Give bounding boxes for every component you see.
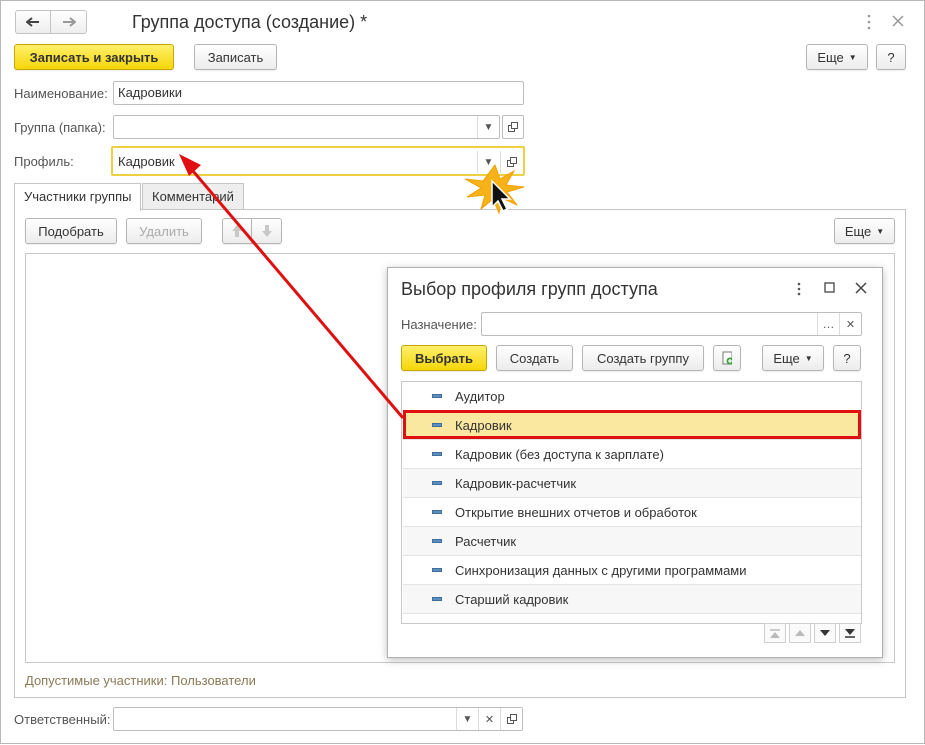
back-button[interactable] (15, 10, 51, 34)
chevron-down-icon: ▼ (804, 353, 813, 363)
help-button[interactable]: ? (876, 44, 906, 70)
group-value (114, 122, 122, 128)
copy-button[interactable] (713, 345, 741, 371)
move-up-button[interactable] (222, 218, 252, 244)
pick-button[interactable]: Подобрать (25, 218, 117, 244)
scroll-bottom-icon (845, 628, 855, 638)
list-item-label: Кадровик-расчетчик (455, 475, 577, 491)
delete-button[interactable]: Удалить (126, 218, 202, 244)
forward-button[interactable] (51, 10, 87, 34)
list-item[interactable]: Открытие внешних отчетов и обработок (403, 498, 861, 527)
click-burst-icon (464, 163, 525, 215)
profile-label: Профиль: (14, 154, 74, 169)
item-icon (432, 452, 442, 456)
open-icon (508, 122, 518, 132)
list-item-label: Расчетчик (455, 533, 517, 549)
item-icon (432, 510, 442, 514)
open-icon[interactable] (500, 708, 522, 730)
item-icon (432, 539, 442, 543)
item-icon (432, 597, 442, 601)
triangle-up-icon (795, 630, 805, 636)
profile-select-dialog: Выбор профиля групп доступа Назначение: … (387, 267, 883, 658)
name-field[interactable]: Кадровики (113, 81, 524, 105)
create-button[interactable]: Создать (496, 345, 573, 371)
scroll-top-icon (770, 628, 780, 638)
dialog-help-button[interactable]: ? (833, 345, 861, 371)
dialog-close-icon[interactable] (854, 281, 868, 295)
more-label: Еще (817, 49, 844, 65)
arrow-down-icon (261, 225, 272, 237)
main-window: Группа доступа (создание) * Записать и з… (0, 0, 925, 744)
triangle-down-icon (820, 630, 830, 636)
copy-icon (722, 351, 732, 365)
list-item[interactable]: Синхронизация данных с другими программа… (403, 556, 861, 585)
ellipsis-icon[interactable]: … (817, 313, 839, 335)
scroll-down-button[interactable] (814, 623, 836, 643)
list-item[interactable]: Кадровик-расчетчик (403, 469, 861, 498)
group-field[interactable]: ▼ (113, 115, 500, 139)
tab-members[interactable]: Участники группы (14, 183, 142, 211)
window-menu-icon[interactable] (861, 13, 877, 31)
members-more-button[interactable]: Еще ▼ (834, 218, 895, 244)
list-item-label: Старший кадровик (455, 591, 569, 607)
list-item-label: Аудитор (455, 388, 505, 404)
list-item[interactable]: Старший кадровик (403, 585, 861, 614)
list-item[interactable]: Кадровик (без доступа к зарплате) (403, 440, 861, 469)
name-label: Наименование: (14, 86, 108, 101)
group-open-button[interactable] (502, 115, 524, 139)
more-label: Еще (773, 350, 800, 366)
dialog-menu-icon[interactable] (793, 280, 805, 298)
select-button[interactable]: Выбрать (401, 345, 487, 371)
window-title: Группа доступа (создание) * (132, 12, 368, 32)
list-item-label: Синхронизация данных с другими программа… (455, 562, 747, 578)
more-label: Еще (844, 223, 872, 239)
create-group-button[interactable]: Создать группу (582, 345, 704, 371)
arrow-up-icon (232, 225, 242, 237)
profile-value: Кадровик (118, 154, 175, 169)
responsible-field[interactable]: ▼ ✕ (113, 707, 523, 731)
arrow-left-icon (26, 17, 39, 27)
chevron-down-icon: ▼ (848, 52, 857, 62)
item-icon (432, 568, 442, 572)
dialog-more-button[interactable]: Еще ▼ (762, 345, 824, 371)
dropdown-icon[interactable]: ▼ (477, 116, 499, 138)
more-button[interactable]: Еще ▼ (806, 44, 868, 70)
responsible-value (114, 714, 122, 720)
save-button[interactable]: Записать (194, 44, 277, 70)
close-icon[interactable] (890, 13, 906, 29)
list-item-label: Кадровик (без доступа к зарплате) (455, 446, 664, 462)
chevron-down-icon: ▼ (876, 226, 885, 236)
dropdown-icon[interactable]: ▼ (456, 708, 478, 730)
arrow-right-icon (62, 17, 76, 27)
scroll-bottom-button[interactable] (839, 623, 861, 643)
purpose-field[interactable]: … ✕ (481, 312, 862, 336)
move-down-button[interactable] (251, 218, 282, 244)
clear-icon[interactable]: ✕ (839, 313, 861, 335)
maximize-icon[interactable] (824, 282, 836, 294)
scroll-up-button[interactable] (789, 623, 811, 643)
list-item-label: Открытие внешних отчетов и обработок (455, 504, 697, 520)
purpose-value (482, 319, 490, 325)
allowed-members-text: Допустимые участники: Пользователи (25, 673, 256, 688)
group-label: Группа (папка): (14, 120, 106, 135)
scroll-top-button[interactable] (764, 623, 786, 643)
item-icon (432, 394, 442, 398)
save-and-close-button[interactable]: Записать и закрыть (14, 44, 174, 70)
list-item[interactable]: Расчетчик (403, 527, 861, 556)
purpose-label: Назначение: (401, 317, 477, 332)
dialog-title: Выбор профиля групп доступа (401, 279, 658, 299)
item-icon (432, 481, 442, 485)
selection-highlight (403, 410, 861, 439)
responsible-label: Ответственный: (14, 712, 111, 727)
tab-comment[interactable]: Комментарий (142, 183, 244, 210)
list-item[interactable]: Аудитор (403, 382, 861, 411)
clear-icon[interactable]: ✕ (478, 708, 500, 730)
